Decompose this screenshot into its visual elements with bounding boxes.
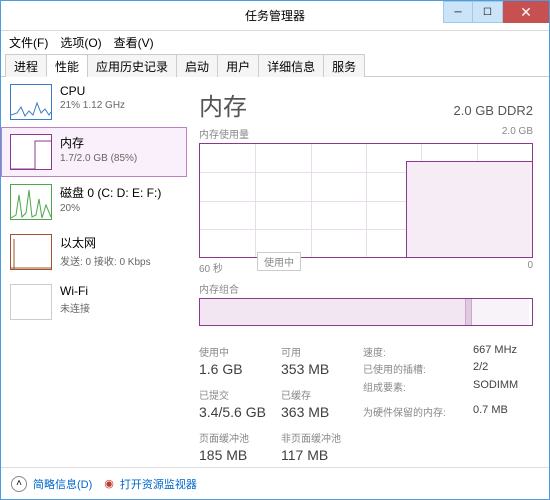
resource-monitor-icon: ◉ [104,477,114,490]
memory-composition-chart [199,298,533,326]
menubar: 文件(F) 选项(O) 查看(V) [1,31,549,53]
close-button[interactable]: ✕ [503,1,549,23]
avail-label: 可用 [281,344,363,359]
menu-view[interactable]: 查看(V) [114,34,154,51]
wifi-title: Wi-Fi [60,284,178,298]
sidebar-item-disk[interactable]: 磁盘 0 (C: D: E: F:) 20% [1,177,187,227]
tab-processes[interactable]: 进程 [5,54,47,77]
wifi-sub: 未连接 [60,300,178,315]
inuse-value: 1.6 GB [199,361,281,377]
composition-label: 内存组合 [199,281,239,296]
menu-options[interactable]: 选项(O) [60,34,101,51]
disk-title: 磁盘 0 (C: D: E: F:) [60,184,178,201]
tab-startup[interactable]: 启动 [176,54,218,77]
memory-sparkline [10,134,52,170]
ethernet-sub: 发送: 0 接收: 0 Kbps [60,253,178,268]
form-value: SODIMM [473,379,533,402]
disk-sparkline [10,184,52,220]
chevron-up-icon[interactable]: ˄ [11,476,27,492]
tab-users[interactable]: 用户 [217,54,259,77]
commit-value: 3.4/5.6 GB [199,404,281,420]
cached-value: 363 MB [281,404,363,420]
memory-sub: 1.7/2.0 GB (85%) [60,153,178,164]
paged-label: 页面缓冲池 [199,430,281,445]
avail-value: 353 MB [281,361,363,377]
memory-usage-chart [199,143,533,258]
slots-label: 已使用的插槽: [363,361,473,377]
minimize-button[interactable]: ─ [443,1,473,23]
form-label: 组成要素: [363,379,473,402]
nonpaged-value: 117 MB [281,447,363,463]
ethernet-sparkline [10,234,52,270]
cached-label: 已缓存 [281,387,363,402]
stats-grid: 使用中 可用 速度: 667 MHz 1.6 GB 353 MB 已使用的插槽:… [199,344,533,463]
footer: ˄ 简略信息(D) ◉ 打开资源监视器 [1,467,549,499]
ethernet-title: 以太网 [60,234,178,251]
sidebar: CPU 21% 1.12 GHz 内存 1.7/2.0 GB (85%) 磁盘 0 … [1,77,187,467]
chart-ylabel: 内存使用量 [199,126,249,141]
chart-xleft: 60 秒 [199,260,223,275]
maximize-button[interactable]: ☐ [473,1,503,23]
wifi-sparkline [10,284,52,320]
sidebar-item-ethernet[interactable]: 以太网发送: 0 接收: 0 Kbps [1,227,187,277]
memory-title: 内存 [60,134,178,151]
speed-label: 速度: [363,344,473,359]
page-title: 内存 [199,87,247,122]
disk-sub: 20% [60,203,178,214]
tab-details[interactable]: 详细信息 [258,54,324,77]
fewer-details-link[interactable]: 简略信息(D) [33,476,92,492]
sidebar-item-memory[interactable]: 内存 1.7/2.0 GB (85%) [1,127,187,177]
chart-ymax: 2.0 GB [502,126,533,141]
slots-value: 2/2 [473,361,533,377]
sidebar-item-cpu[interactable]: CPU 21% 1.12 GHz [1,77,187,127]
speed-value: 667 MHz [473,344,533,359]
cpu-title: CPU [60,84,178,98]
nonpaged-label: 非页面缓冲池 [281,430,363,445]
tab-apphistory[interactable]: 应用历史记录 [87,54,177,77]
commit-label: 已提交 [199,387,281,402]
resource-monitor-link[interactable]: 打开资源监视器 [120,476,197,492]
window-controls: ─ ☐ ✕ [443,1,549,23]
memory-capacity: 2.0 GB DDR2 [454,103,533,118]
content: CPU 21% 1.12 GHz 内存 1.7/2.0 GB (85%) 磁盘 0 … [1,77,549,467]
titlebar: 任务管理器 ─ ☐ ✕ [1,1,549,31]
reserved-value: 0.7 MB [473,404,533,420]
reserved-label: 为硬件保留的内存: [363,404,473,420]
window-title: 任务管理器 [245,7,305,24]
cpu-sub: 21% 1.12 GHz [60,100,178,111]
inuse-label: 使用中 [199,344,281,359]
chart-tooltip: 使用中 [257,252,301,271]
menu-file[interactable]: 文件(F) [9,34,48,51]
tabbar: 进程 性能 应用历史记录 启动 用户 详细信息 服务 [1,53,549,77]
tab-services[interactable]: 服务 [323,54,365,77]
cpu-sparkline [10,84,52,120]
paged-value: 185 MB [199,447,281,463]
sidebar-item-wifi[interactable]: Wi-Fi 未连接 [1,277,187,327]
main-panel: 内存 2.0 GB DDR2 内存使用量 2.0 GB 60 秒 使用中 0 内存… [187,77,549,467]
chart-xright: 0 [527,260,533,275]
tab-performance[interactable]: 性能 [46,54,88,77]
